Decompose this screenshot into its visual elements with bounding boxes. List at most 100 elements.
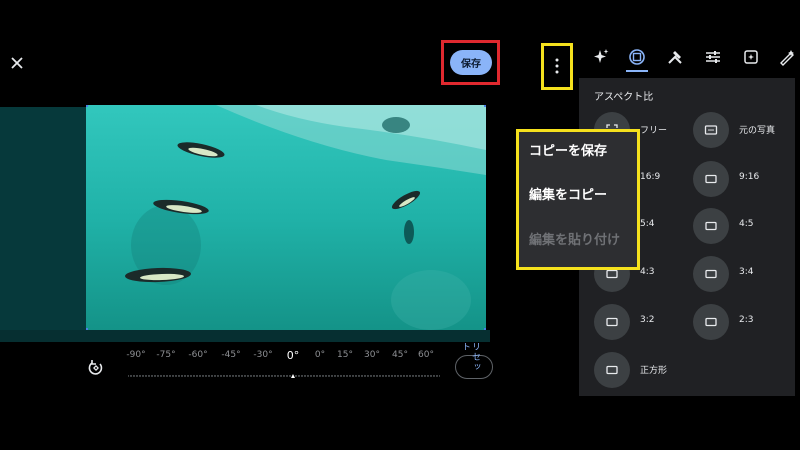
angle-tick [373, 375, 375, 377]
angle-tick [157, 375, 159, 377]
menu-item-copy-edits[interactable]: 編集をコピー [529, 184, 637, 206]
aquarium-penguins-image [86, 105, 486, 330]
angle-label: 15° [337, 350, 353, 360]
reset-button[interactable]: リセット [455, 342, 493, 379]
angle-tick [208, 375, 210, 377]
more-options-highlight-box [541, 43, 573, 90]
photo-shadow-area [0, 107, 86, 342]
markup-icon[interactable] [776, 46, 798, 68]
crop-handle-top-right[interactable] [484, 105, 486, 107]
angle-tick [169, 375, 171, 377]
angle-tick [433, 375, 435, 377]
angle-tick [352, 375, 354, 377]
angle-tick [256, 375, 258, 377]
overflow-menu: コピーを保存 編集をコピー 編集を貼り付け [516, 129, 640, 270]
angle-tick [283, 375, 285, 377]
angle-tick [346, 375, 348, 377]
angle-tick [223, 375, 225, 377]
angle-label: 30° [364, 350, 380, 360]
angle-tick [235, 375, 237, 377]
angle-tick [334, 375, 336, 377]
more-vert-icon[interactable] [553, 56, 561, 76]
angle-tick [331, 375, 333, 377]
aspect-label: 4:3 [640, 267, 655, 277]
aspect-label: 5:4 [640, 219, 655, 229]
angle-tick [241, 375, 243, 377]
angle-tick [439, 375, 440, 377]
angle-tick [253, 375, 255, 377]
aspect-3-2[interactable]: 3:2 [594, 304, 684, 340]
angle-tick [139, 375, 141, 377]
active-tab-indicator [626, 70, 648, 72]
ratio-icon [594, 304, 630, 340]
angle-tick [184, 375, 186, 377]
photo-bottom-strip [0, 330, 490, 342]
aspect-label: 4:5 [739, 219, 754, 229]
angle-tick [220, 375, 222, 377]
aspect-square[interactable]: 正方形 [594, 352, 684, 388]
ratio-icon [693, 304, 729, 340]
rotate-icon[interactable] [86, 358, 106, 378]
angle-tick [319, 375, 321, 377]
angle-tick [163, 375, 165, 377]
crop-handle-bottom-right[interactable] [484, 328, 486, 330]
angle-tick [403, 375, 405, 377]
angle-tick [259, 375, 261, 377]
photo-preview[interactable] [86, 105, 486, 330]
angle-tick [337, 375, 339, 377]
angle-tick [280, 375, 282, 377]
angle-tick [130, 375, 132, 377]
angle-tick [379, 375, 381, 377]
angle-tick [376, 375, 378, 377]
close-icon[interactable] [6, 52, 28, 74]
adjust-icon[interactable] [702, 46, 724, 68]
angle-tick [196, 375, 198, 377]
crop-handle-top-left[interactable] [86, 105, 88, 107]
aspect-9-16[interactable]: 9:16 [693, 161, 783, 197]
aspect-4-5[interactable]: 4:5 [693, 208, 783, 244]
tools-icon[interactable] [664, 46, 686, 68]
aspect-original[interactable]: 元の写真 [693, 112, 783, 148]
angle-tick [313, 375, 315, 377]
angle-tick [310, 375, 312, 377]
ratio-icon [693, 208, 729, 244]
crop-handle-bottom-left[interactable] [86, 328, 88, 330]
angle-tick [286, 375, 288, 377]
angle-tick [436, 375, 438, 377]
angle-tick [217, 375, 219, 377]
angle-tick [128, 375, 129, 377]
angle-label: -90° [126, 350, 146, 360]
angle-tick [391, 375, 393, 377]
filters-icon[interactable] [740, 46, 762, 68]
angle-tick [142, 375, 144, 377]
aspect-label: 3:2 [640, 315, 655, 325]
angle-current-value: 0° [286, 349, 300, 362]
angle-tick [145, 375, 147, 377]
auto-enhance-icon[interactable] [590, 46, 612, 68]
aspect-label: 9:16 [739, 172, 760, 182]
angle-label: 60° [418, 350, 434, 360]
aspect-3-4[interactable]: 3:4 [693, 256, 783, 292]
angle-tick [361, 375, 363, 377]
angle-tick [424, 375, 426, 377]
angle-tick [307, 375, 309, 377]
angle-tick [262, 375, 264, 377]
save-button[interactable]: 保存 [450, 50, 492, 75]
angle-tick [421, 375, 423, 377]
angle-tick [160, 375, 162, 377]
angle-tick [199, 375, 201, 377]
angle-tick [232, 375, 234, 377]
angle-slider[interactable]: -90° -75° -60° -45° -30° 0° 0° 15° 30° 4… [126, 344, 440, 384]
angle-tick [343, 375, 345, 377]
aspect-ratio-title: アスペクト比 [594, 92, 654, 103]
angle-tick [202, 375, 204, 377]
angle-tick [364, 375, 366, 377]
menu-item-save-copy[interactable]: コピーを保存 [529, 140, 637, 162]
angle-tick [178, 375, 180, 377]
angle-tick [325, 375, 327, 377]
aspect-2-3[interactable]: 2:3 [693, 304, 783, 340]
aspect-label: 16:9 [640, 172, 661, 182]
angle-tick [367, 375, 369, 377]
crop-rotate-icon[interactable] [626, 46, 648, 68]
aspect-label: フリー [640, 126, 668, 136]
